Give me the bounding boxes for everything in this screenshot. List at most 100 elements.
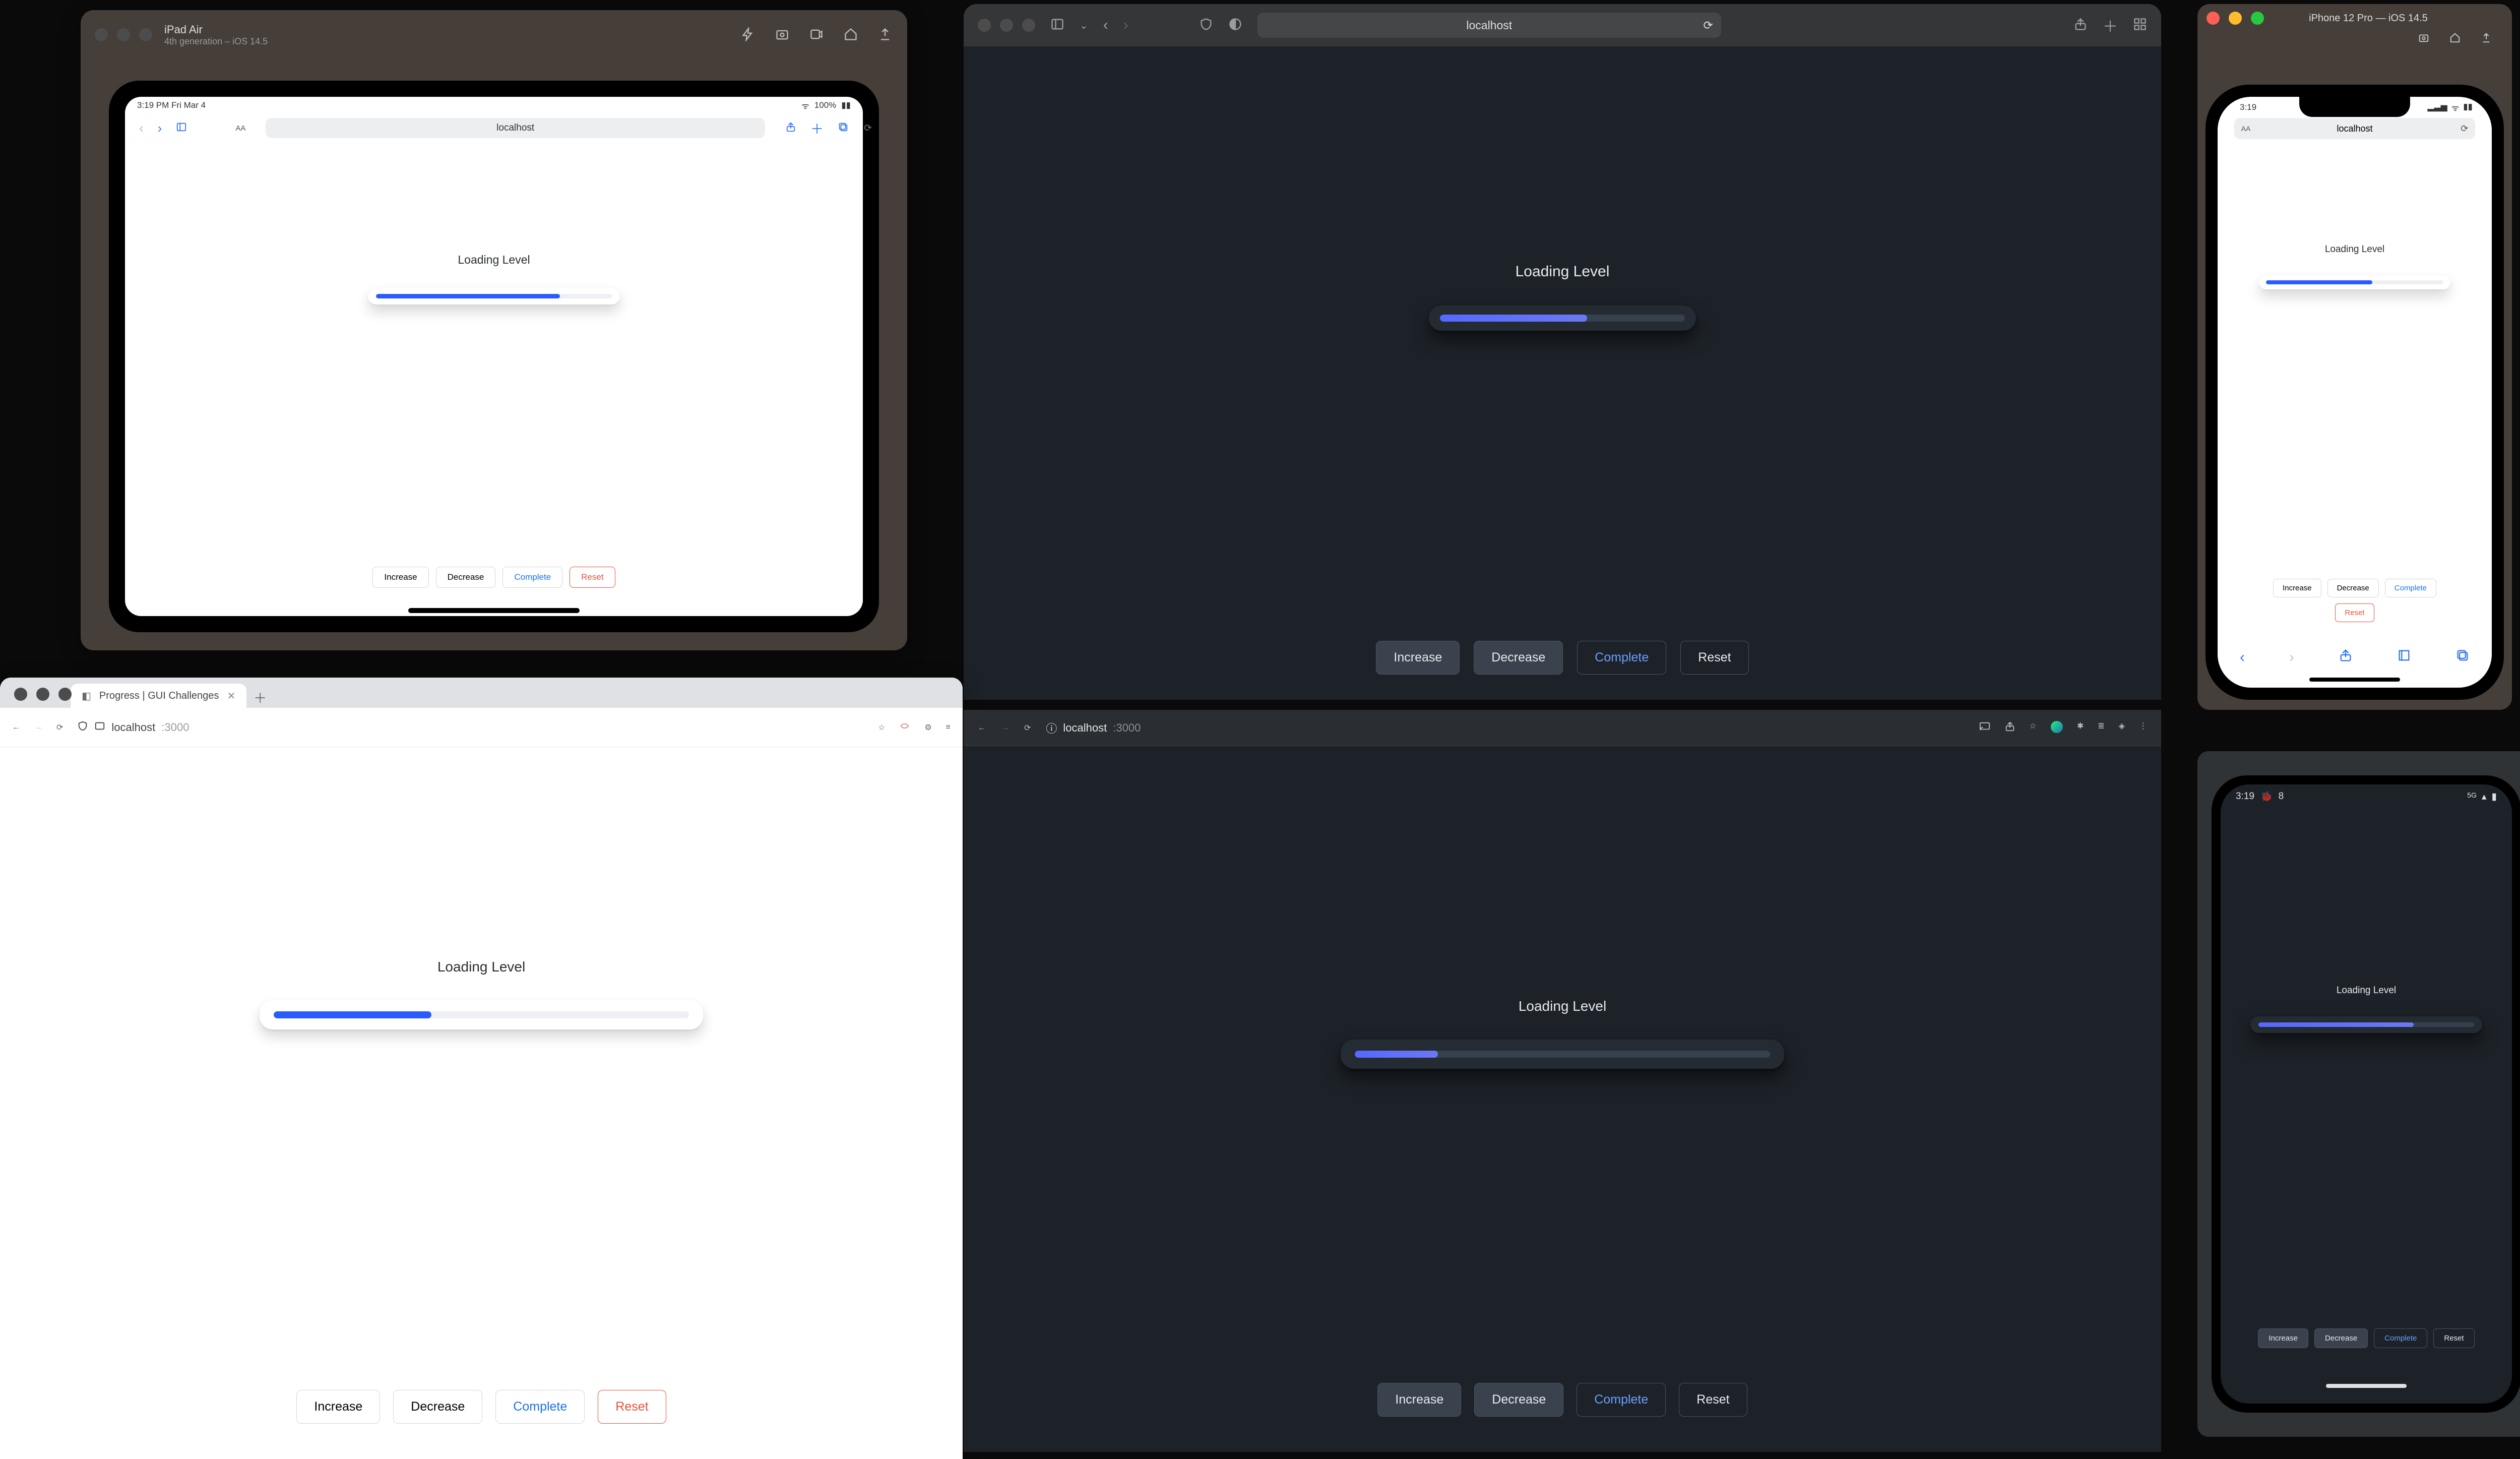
appearance-icon[interactable] — [1228, 17, 1242, 34]
close-tab-icon[interactable]: ✕ — [227, 690, 235, 702]
window-traffic-lights[interactable] — [14, 688, 72, 701]
minimize-icon[interactable] — [117, 28, 130, 41]
home-icon[interactable] — [844, 27, 859, 42]
share-icon[interactable] — [2004, 721, 2015, 735]
star-icon[interactable]: ☆ — [878, 722, 885, 733]
forward-button[interactable]: › — [2289, 649, 2294, 666]
close-icon[interactable] — [14, 688, 27, 701]
share-icon[interactable] — [2073, 17, 2088, 34]
sidebar-icon[interactable] — [176, 120, 187, 136]
complete-button[interactable]: Complete — [502, 567, 562, 588]
increase-button[interactable]: Increase — [372, 567, 428, 588]
shield-icon[interactable] — [77, 720, 88, 735]
forward-button[interactable]: → — [34, 723, 42, 732]
reset-button[interactable]: Reset — [1679, 1383, 1747, 1417]
forward-button[interactable]: › — [1123, 17, 1128, 34]
zap-icon[interactable] — [741, 27, 756, 42]
window-traffic-lights[interactable] — [95, 28, 152, 41]
back-button[interactable]: ‹ — [139, 120, 144, 136]
zoom-icon[interactable] — [1022, 19, 1035, 32]
browser-tab[interactable]: ◧ Progress | GUI Challenges ✕ — [71, 684, 246, 708]
window-traffic-lights[interactable] — [978, 19, 1035, 32]
close-icon[interactable] — [95, 28, 108, 41]
chevron-down-icon[interactable]: ⌄ — [1080, 19, 1088, 32]
extensions-icon[interactable]: ✱ — [2077, 721, 2084, 735]
complete-button[interactable]: Complete — [495, 1390, 585, 1424]
cast-icon[interactable] — [1979, 721, 1990, 735]
menu-icon[interactable]: ⋮ — [2139, 721, 2147, 735]
close-icon[interactable] — [2207, 12, 2220, 25]
star-icon[interactable]: ☆ — [2030, 721, 2037, 735]
minimize-icon[interactable] — [1000, 19, 1013, 32]
increase-button[interactable]: Increase — [2258, 1328, 2308, 1348]
screenshot-icon[interactable] — [2418, 32, 2429, 63]
tabs-icon[interactable] — [2455, 648, 2470, 666]
increase-button[interactable]: Increase — [2273, 579, 2321, 597]
sidebar-icon[interactable] — [1050, 17, 1064, 34]
reload-icon[interactable]: ⟳ — [1024, 723, 1031, 733]
decrease-button[interactable]: Decrease — [2314, 1328, 2368, 1348]
reload-icon[interactable]: ⟳ — [56, 722, 63, 733]
new-tab-button[interactable]: ＋ — [249, 687, 271, 708]
extension-icon-2[interactable]: ⚙ — [924, 722, 931, 733]
address-bar[interactable]: localhost ⟳ — [1257, 13, 1721, 38]
increase-button[interactable]: Increase — [1376, 641, 1460, 675]
complete-button[interactable]: Complete — [2385, 579, 2436, 597]
extension-icon[interactable] — [899, 720, 910, 734]
shield-icon[interactable] — [1199, 17, 1213, 34]
decrease-button[interactable]: Decrease — [1474, 641, 1563, 675]
extension-icon[interactable]: ◈ — [2119, 721, 2125, 735]
export-icon[interactable] — [2481, 32, 2492, 63]
extension-avatar-icon[interactable] — [2051, 721, 2063, 733]
site-info-icon[interactable]: ⓘ — [1046, 720, 1057, 736]
new-tab-icon[interactable]: ＋ — [810, 119, 824, 138]
back-button[interactable]: ‹ — [1103, 17, 1108, 34]
reading-list-icon[interactable]: ≣ — [2098, 721, 2104, 735]
back-button[interactable]: ← — [978, 723, 986, 733]
address-bar[interactable]: AA localhost ⟳ — [2234, 118, 2476, 139]
tab-grid-icon[interactable] — [2133, 17, 2147, 34]
window-traffic-lights[interactable] — [2207, 12, 2264, 25]
text-size-button[interactable]: AA — [2241, 125, 2251, 133]
reset-button[interactable]: Reset — [570, 567, 615, 588]
increase-button[interactable]: Increase — [1377, 1383, 1461, 1417]
complete-button[interactable]: Complete — [1577, 641, 1666, 675]
close-icon[interactable] — [978, 19, 991, 32]
bookmarks-icon[interactable] — [2397, 648, 2411, 666]
home-indicator[interactable] — [408, 608, 580, 613]
text-size-button[interactable]: AA — [235, 124, 245, 133]
decrease-button[interactable]: Decrease — [1474, 1383, 1563, 1417]
address-bar[interactable]: ⓘ localhost:3000 — [1046, 720, 1964, 736]
share-icon[interactable] — [785, 120, 796, 136]
address-bar[interactable]: localhost:3000 — [77, 720, 864, 735]
reset-button[interactable]: Reset — [2335, 603, 2374, 622]
decrease-button[interactable]: Decrease — [2327, 579, 2379, 597]
home-indicator[interactable] — [2309, 678, 2400, 682]
export-icon[interactable] — [878, 27, 893, 42]
reload-icon[interactable]: ⟳ — [2461, 124, 2468, 134]
reset-button[interactable]: Reset — [2433, 1328, 2474, 1348]
zoom-icon[interactable] — [139, 28, 152, 41]
forward-button[interactable]: › — [158, 120, 162, 136]
minimize-icon[interactable] — [2229, 12, 2242, 25]
reload-icon[interactable]: ⟳ — [1703, 19, 1713, 32]
decrease-button[interactable]: Decrease — [436, 567, 496, 588]
decrease-button[interactable]: Decrease — [393, 1390, 482, 1424]
new-tab-icon[interactable]: ＋ — [2103, 14, 2118, 36]
reset-button[interactable]: Reset — [1680, 641, 1748, 675]
reset-button[interactable]: Reset — [598, 1390, 666, 1424]
share-icon[interactable] — [2339, 648, 2353, 666]
tabs-icon[interactable] — [838, 120, 849, 136]
screenshot-icon[interactable] — [775, 27, 790, 42]
increase-button[interactable]: Increase — [296, 1390, 380, 1424]
address-bar[interactable]: localhost ⟳ — [266, 118, 765, 138]
minimize-icon[interactable] — [36, 688, 49, 701]
home-indicator[interactable] — [2326, 1384, 2407, 1388]
complete-button[interactable]: Complete — [1577, 1383, 1666, 1417]
record-screen-icon[interactable] — [809, 27, 825, 42]
site-info-icon[interactable] — [94, 720, 105, 735]
zoom-icon[interactable] — [58, 688, 72, 701]
back-button[interactable]: ‹ — [2240, 649, 2245, 666]
back-button[interactable]: ← — [12, 723, 20, 732]
home-icon[interactable] — [2449, 32, 2461, 63]
